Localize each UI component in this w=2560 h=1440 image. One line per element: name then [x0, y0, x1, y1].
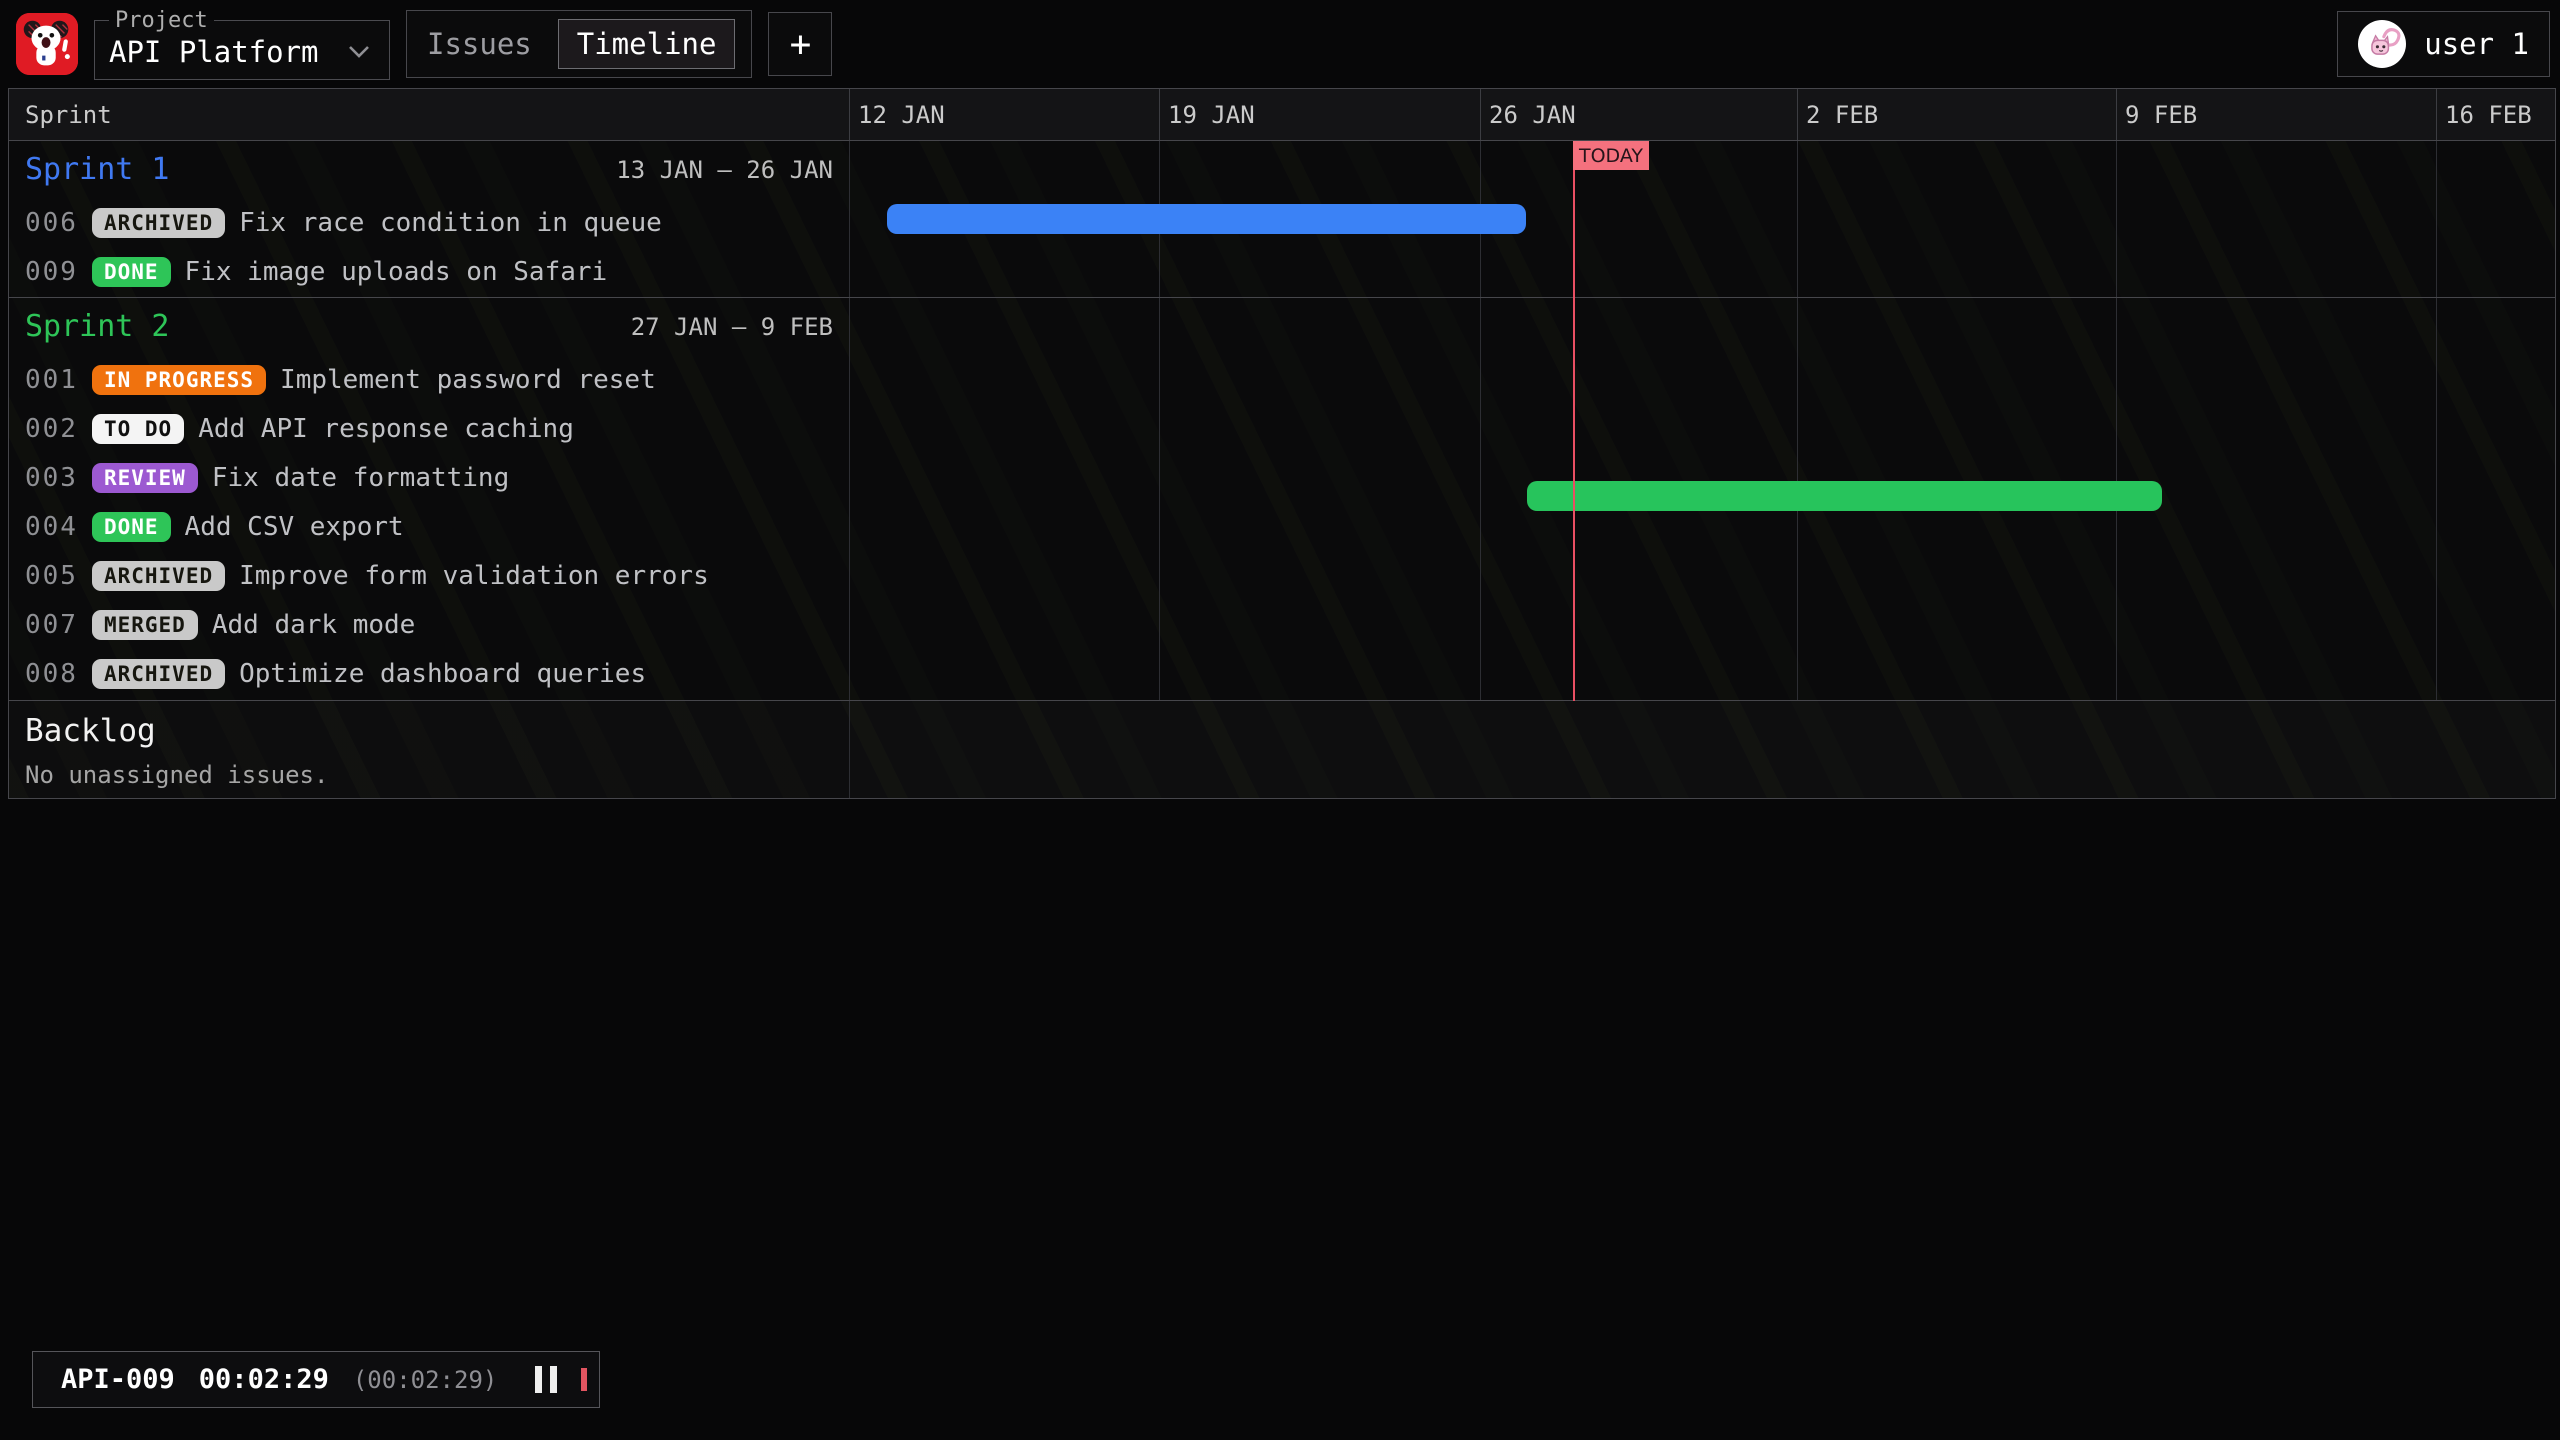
- timer-widget: API-009 00:02:29 (00:02:29): [32, 1351, 600, 1408]
- issue-number: 002: [25, 414, 78, 444]
- status-badge: MERGED: [92, 610, 198, 640]
- issue-row[interactable]: 003 REVIEW Fix date formatting: [9, 453, 849, 502]
- timeline-board: Sprint 12 JAN19 JAN26 JAN2 FEB9 FEB16 FE…: [8, 88, 2556, 799]
- issue-number: 007: [25, 610, 78, 640]
- status-badge: IN PROGRESS: [92, 365, 266, 395]
- date-header-cell: 12 JAN: [849, 89, 1159, 140]
- today-label: TODAY: [1573, 141, 1649, 170]
- project-label: Project: [109, 8, 214, 33]
- issue-row[interactable]: 002 TO DO Add API response caching: [9, 404, 849, 453]
- timer-issue-id: API-009: [61, 1364, 175, 1395]
- issue-title: Fix race condition in queue: [239, 208, 662, 238]
- date-header-cell: 19 JAN: [1159, 89, 1480, 140]
- backlog-timeline-area: [849, 701, 2555, 798]
- date-header-cell: 2 FEB: [1797, 89, 2116, 140]
- status-badge: DONE: [92, 257, 171, 287]
- view-tabs: Issues Timeline: [406, 10, 752, 78]
- status-badge: ARCHIVED: [92, 561, 225, 591]
- project-name: API Platform: [109, 35, 319, 69]
- issue-title: Add API response caching: [198, 414, 574, 444]
- issue-number: 006: [25, 208, 78, 238]
- avatar-creature-icon: [2360, 22, 2404, 66]
- timer-elapsed: 00:02:29: [199, 1364, 329, 1395]
- issue-number: 003: [25, 463, 78, 493]
- status-badge: DONE: [92, 512, 171, 542]
- issue-row[interactable]: 006 ARCHIVED Fix race condition in queue: [9, 198, 849, 247]
- today-marker-line: [1573, 141, 1575, 701]
- issue-row[interactable]: 005 ARCHIVED Improve form validation error…: [9, 551, 849, 600]
- issue-number: 005: [25, 561, 78, 591]
- status-badge: ARCHIVED: [92, 208, 225, 238]
- status-badge: REVIEW: [92, 463, 198, 493]
- backlog-section: Backlog No unassigned issues.: [9, 701, 2555, 798]
- issue-row[interactable]: 001 IN PROGRESS Implement password reset: [9, 355, 849, 404]
- timeline-header-row: Sprint 12 JAN19 JAN26 JAN2 FEB9 FEB16 FE…: [9, 89, 2555, 141]
- tab-issues[interactable]: Issues: [423, 20, 536, 68]
- koala-logo-icon: [16, 13, 78, 75]
- stop-button[interactable]: [581, 1368, 587, 1391]
- sprint-title-row: Sprint 1 13 JAN – 26 JAN: [9, 141, 849, 198]
- app-logo-icon[interactable]: [16, 13, 78, 75]
- sprint-name[interactable]: Sprint 1: [25, 152, 170, 187]
- issue-title: Fix image uploads on Safari: [185, 257, 608, 287]
- backlog-empty-text: No unassigned issues.: [25, 761, 833, 789]
- user-name: user 1: [2424, 27, 2529, 61]
- sprint-bar[interactable]: [887, 204, 1526, 234]
- status-badge: ARCHIVED: [92, 659, 225, 689]
- tab-timeline[interactable]: Timeline: [558, 19, 736, 69]
- issue-number: 008: [25, 659, 78, 689]
- backlog-title: Backlog: [25, 713, 833, 749]
- issue-title: Optimize dashboard queries: [239, 659, 646, 689]
- avatar: [2358, 20, 2406, 68]
- issue-row[interactable]: 009 DONE Fix image uploads on Safari: [9, 247, 849, 296]
- sprint-bar[interactable]: [1527, 481, 2162, 511]
- sprint-column-header: Sprint: [25, 101, 112, 129]
- backlog-left-pane: Backlog No unassigned issues.: [9, 701, 849, 798]
- sprint-date-range: 13 JAN – 26 JAN: [616, 156, 833, 184]
- issue-title: Add CSV export: [185, 512, 404, 542]
- issue-title: Fix date formatting: [212, 463, 509, 493]
- timeline-body: Sprint 1 13 JAN – 26 JAN 006 ARCHIVED Fix ra…: [9, 141, 2555, 701]
- add-button[interactable]: +: [768, 12, 832, 76]
- pause-button[interactable]: [535, 1366, 557, 1393]
- sprint-name[interactable]: Sprint 2: [25, 309, 170, 344]
- sprint-section: Sprint 2 27 JAN – 9 FEB 001 IN PROGRESS Impl…: [9, 298, 2555, 701]
- top-bar: Project API Platform Issues Timeline + u…: [0, 0, 2560, 88]
- issue-number: 009: [25, 257, 78, 287]
- issue-title: Implement password reset: [280, 365, 656, 395]
- project-selector[interactable]: Project API Platform: [94, 8, 390, 80]
- issue-row[interactable]: 008 ARCHIVED Optimize dashboard queries: [9, 649, 849, 698]
- issue-number: 004: [25, 512, 78, 542]
- date-header-cell: 26 JAN: [1480, 89, 1797, 140]
- sprint-title-row: Sprint 2 27 JAN – 9 FEB: [9, 298, 849, 355]
- sprint-date-range: 27 JAN – 9 FEB: [631, 313, 833, 341]
- issue-row[interactable]: 007 MERGED Add dark mode: [9, 600, 849, 649]
- issue-title: Improve form validation errors: [239, 561, 709, 591]
- issue-number: 001: [25, 365, 78, 395]
- date-header-cell: 16 FEB: [2436, 89, 2557, 140]
- user-menu[interactable]: user 1: [2337, 11, 2550, 77]
- chevron-down-icon: [347, 44, 371, 60]
- timer-total: (00:02:29): [353, 1366, 498, 1394]
- date-header-cell: 9 FEB: [2116, 89, 2436, 140]
- issue-title: Add dark mode: [212, 610, 416, 640]
- status-badge: TO DO: [92, 414, 184, 444]
- issue-row[interactable]: 004 DONE Add CSV export: [9, 502, 849, 551]
